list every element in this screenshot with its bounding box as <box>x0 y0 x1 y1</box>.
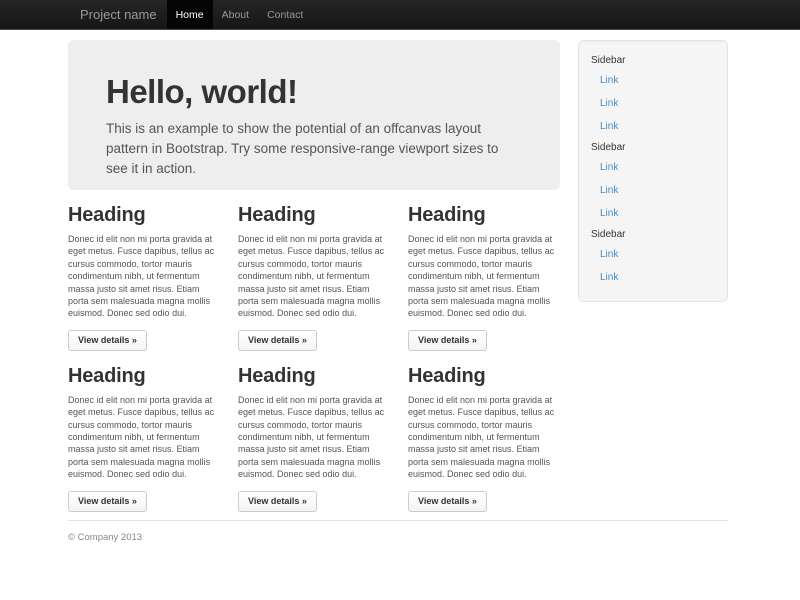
card-heading: Heading <box>68 204 220 227</box>
jumbotron-title: Hello, world! <box>106 74 522 110</box>
sidebar-link-1-2[interactable]: Link <box>591 92 715 115</box>
page-container: Hello, world! This is an example to show… <box>68 30 728 563</box>
navbar-menu: HomeAboutContact <box>167 0 313 29</box>
sidebar-link-2-1[interactable]: Link <box>591 156 715 179</box>
sidebar-link-1-3[interactable]: Link <box>591 115 715 138</box>
navbar-link-about[interactable]: About <box>213 0 258 29</box>
navbar-item-about: About <box>213 0 258 29</box>
view-details-button[interactable]: View details » <box>68 330 147 351</box>
card-2-3: Heading Donec id elit non mi porta gravid… <box>408 351 560 512</box>
cards-area: Heading Donec id elit non mi porta gravid… <box>68 190 560 512</box>
view-details-button[interactable]: View details » <box>238 491 317 512</box>
card-heading: Heading <box>68 365 220 388</box>
navbar-item-contact: Contact <box>258 0 312 29</box>
view-details-button[interactable]: View details » <box>408 491 487 512</box>
card-body-text: Donec id elit non mi porta gravida at eg… <box>68 233 220 320</box>
card-heading: Heading <box>408 204 560 227</box>
sidebar-group-heading-2: Sidebar <box>591 138 715 156</box>
sidebar-column: SidebarLinkLinkLinkSidebarLinkLinkLinkSi… <box>578 40 728 302</box>
card-heading: Heading <box>238 204 390 227</box>
navbar: Project name HomeAboutContact <box>0 0 800 30</box>
sidebar-link-3-1[interactable]: Link <box>591 243 715 266</box>
card-2-1: Heading Donec id elit non mi porta gravid… <box>68 351 220 512</box>
card-heading: Heading <box>408 365 560 388</box>
sidebar-group-heading-1: Sidebar <box>591 51 715 69</box>
copyright-text: © Company 2013 <box>68 532 728 543</box>
navbar-item-home: Home <box>167 0 213 29</box>
main-column: Hello, world! This is an example to show… <box>68 40 560 512</box>
sidebar-group-heading-3: Sidebar <box>591 225 715 243</box>
jumbotron-description: This is an example to show the potential… <box>106 119 522 179</box>
sidebar-link-2-3[interactable]: Link <box>591 202 715 225</box>
brand-link[interactable]: Project name <box>80 0 157 29</box>
card-1-2: Heading Donec id elit non mi porta gravid… <box>238 190 390 351</box>
view-details-button[interactable]: View details » <box>68 491 147 512</box>
jumbotron: Hello, world! This is an example to show… <box>68 40 560 190</box>
card-1-3: Heading Donec id elit non mi porta gravid… <box>408 190 560 351</box>
content-row: Hello, world! This is an example to show… <box>68 40 728 512</box>
card-body-text: Donec id elit non mi porta gravida at eg… <box>408 233 560 320</box>
cards-row-1: Heading Donec id elit non mi porta gravid… <box>68 190 560 351</box>
cards-row-2: Heading Donec id elit non mi porta gravid… <box>68 351 560 512</box>
sidebar-link-1-1[interactable]: Link <box>591 69 715 92</box>
card-body-text: Donec id elit non mi porta gravida at eg… <box>408 394 560 481</box>
view-details-button[interactable]: View details » <box>238 330 317 351</box>
card-1-1: Heading Donec id elit non mi porta gravid… <box>68 190 220 351</box>
navbar-link-home[interactable]: Home <box>167 0 213 29</box>
card-2-2: Heading Donec id elit non mi porta gravid… <box>238 351 390 512</box>
card-heading: Heading <box>238 365 390 388</box>
navbar-link-contact[interactable]: Contact <box>258 0 312 29</box>
footer: © Company 2013 <box>68 520 728 563</box>
card-body-text: Donec id elit non mi porta gravida at eg… <box>68 394 220 481</box>
sidebar-link-3-2[interactable]: Link <box>591 266 715 289</box>
sidebar: SidebarLinkLinkLinkSidebarLinkLinkLinkSi… <box>578 40 728 302</box>
card-body-text: Donec id elit non mi porta gravida at eg… <box>238 233 390 320</box>
sidebar-link-2-2[interactable]: Link <box>591 179 715 202</box>
card-body-text: Donec id elit non mi porta gravida at eg… <box>238 394 390 481</box>
view-details-button[interactable]: View details » <box>408 330 487 351</box>
